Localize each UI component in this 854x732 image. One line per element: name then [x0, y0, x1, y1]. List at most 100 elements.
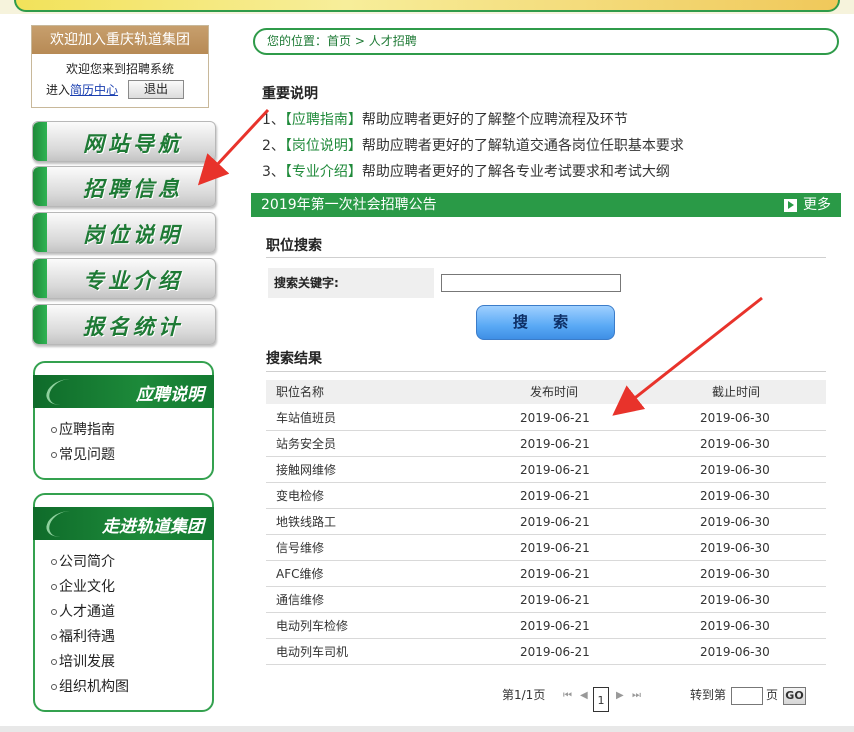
note-tag-link[interactable]: 【应聘指南】: [285, 112, 362, 128]
first-page-icon[interactable]: ⏮: [563, 690, 572, 701]
banner-graphic: [14, 0, 840, 12]
cell-position-name[interactable]: 站务安全员: [276, 431, 336, 457]
table-row[interactable]: 电动列车检修 2019-06-21 2019-06-30: [266, 613, 826, 639]
bullet-icon: [51, 659, 57, 665]
nav-label: 招聘信息: [83, 176, 183, 201]
top-banner: [0, 0, 854, 14]
go-button[interactable]: GO: [783, 687, 806, 705]
about-group-panel: 走进轨道集团 公司简介 企业文化 人才通道 福利待遇 培训发展 组织机构图: [33, 493, 214, 712]
bullet-icon: [51, 584, 57, 590]
enter-prefix: 进入: [46, 83, 71, 97]
bullet-icon: [51, 452, 57, 458]
panel-link-faq[interactable]: 常见问题: [51, 443, 212, 468]
nav-registration-stats[interactable]: 报名统计: [32, 304, 216, 345]
note-item: 2、【岗位说明】帮助应聘者更好的了解轨道交通各岗位任职基本要求: [262, 135, 684, 155]
panel-link-talent-channel[interactable]: 人才通道: [51, 600, 212, 625]
nav-stripe: [33, 305, 47, 344]
cell-deadline: 2019-06-30: [700, 437, 770, 451]
search-button[interactable]: 搜 索: [476, 305, 615, 340]
swirl-decoration-icon: [42, 379, 88, 405]
note-tag-link[interactable]: 【岗位说明】: [285, 138, 362, 154]
cell-position-name[interactable]: 车站值班员: [276, 405, 336, 431]
table-row[interactable]: AFC维修 2019-06-21 2019-06-30: [266, 561, 826, 587]
nav-position-description[interactable]: 岗位说明: [32, 212, 216, 253]
breadcrumb-separator: >: [351, 34, 369, 48]
panel-link-company-profile[interactable]: 公司简介: [51, 550, 212, 575]
cell-deadline: 2019-06-30: [700, 411, 770, 425]
note-number: 1、: [262, 112, 285, 128]
table-row[interactable]: 电动列车司机 2019-06-21 2019-06-30: [266, 639, 826, 665]
welcome-message: 欢迎您来到招聘系统: [65, 62, 174, 76]
cell-position-name[interactable]: 信号维修: [276, 535, 324, 561]
cell-publish-date: 2019-06-21: [520, 541, 590, 555]
panel-link-benefits[interactable]: 福利待遇: [51, 625, 212, 650]
last-page-icon[interactable]: ⏭: [632, 690, 641, 701]
panel-link-training[interactable]: 培训发展: [51, 650, 212, 675]
current-page-number[interactable]: 1: [593, 687, 609, 712]
nav-stripe: [33, 213, 47, 252]
notes-title: 重要说明: [262, 86, 318, 102]
cell-publish-date: 2019-06-21: [520, 437, 590, 451]
cell-publish-date: 2019-06-21: [520, 645, 590, 659]
nav-site-navigation[interactable]: 网站导航: [32, 121, 216, 162]
table-row[interactable]: 地铁线路工 2019-06-21 2019-06-30: [266, 509, 826, 535]
goto-prefix: 转到第: [690, 688, 727, 702]
cell-deadline: 2019-06-30: [700, 515, 770, 529]
table-row[interactable]: 车站值班员 2019-06-21 2019-06-30: [266, 405, 826, 431]
panel-link-corporate-culture[interactable]: 企业文化: [51, 575, 212, 600]
link-label: 应聘指南: [59, 422, 115, 438]
panel-link-org-chart[interactable]: 组织机构图: [51, 675, 212, 700]
search-keyword-input[interactable]: [441, 274, 621, 292]
goto-page-input[interactable]: [731, 687, 763, 705]
table-row[interactable]: 接触网维修 2019-06-21 2019-06-30: [266, 457, 826, 483]
link-label: 培训发展: [59, 654, 115, 670]
panel-header: 应聘说明: [33, 375, 214, 408]
cell-position-name[interactable]: 接触网维修: [276, 457, 336, 483]
cell-position-name[interactable]: 地铁线路工: [276, 509, 336, 535]
note-text: 帮助应聘者更好的了解轨道交通各岗位任职基本要求: [361, 138, 684, 154]
panel-title: 走进轨道集团: [102, 517, 204, 537]
goto-suffix: 页: [766, 688, 779, 702]
link-label: 组织机构图: [59, 679, 129, 695]
table-row[interactable]: 通信维修 2019-06-21 2019-06-30: [266, 587, 826, 613]
prev-page-icon[interactable]: ◀: [580, 690, 588, 701]
cell-position-name[interactable]: 电动列车检修: [276, 613, 348, 639]
breadcrumb-home-link[interactable]: 首页: [327, 34, 351, 48]
header-position-name: 职位名称: [276, 385, 325, 399]
cell-deadline: 2019-06-30: [700, 463, 770, 477]
note-number: 2、: [262, 138, 285, 154]
cell-publish-date: 2019-06-21: [520, 619, 590, 633]
page-summary: 第1/1页: [502, 688, 546, 702]
table-row[interactable]: 站务安全员 2019-06-21 2019-06-30: [266, 431, 826, 457]
nav-recruitment-info[interactable]: 招聘信息: [32, 166, 216, 207]
announcement-bar: 2019年第一次社会招聘公告 更多: [251, 193, 841, 217]
panel-link-application-guide[interactable]: 应聘指南: [51, 418, 212, 443]
nav-major-introduction[interactable]: 专业介绍: [32, 258, 216, 299]
more-link[interactable]: 更多: [784, 193, 831, 217]
link-label: 福利待遇: [59, 629, 115, 645]
link-label: 常见问题: [59, 447, 115, 463]
note-tag-link[interactable]: 【专业介绍】: [285, 164, 362, 180]
note-item: 3、【专业介绍】帮助应聘者更好的了解各专业考试要求和考试大纲: [262, 161, 670, 181]
nav-label: 报名统计: [83, 314, 183, 339]
cell-publish-date: 2019-06-21: [520, 489, 590, 503]
next-page-icon[interactable]: ▶: [616, 690, 624, 701]
welcome-title: 欢迎加入重庆轨道集团: [32, 26, 208, 54]
cell-position-name[interactable]: 通信维修: [276, 587, 324, 613]
application-guide-panel: 应聘说明 应聘指南 常见问题: [33, 361, 214, 480]
logout-button[interactable]: 退出: [128, 80, 185, 99]
table-row[interactable]: 变电检修 2019-06-21 2019-06-30: [266, 483, 826, 509]
search-section-title: 职位搜索: [266, 238, 322, 254]
link-label: 人才通道: [59, 604, 115, 620]
breadcrumb-prefix: 您的位置：: [267, 34, 328, 48]
swirl-decoration-icon: [42, 511, 88, 537]
cell-position-name[interactable]: AFC维修: [276, 561, 324, 587]
table-row[interactable]: 信号维修 2019-06-21 2019-06-30: [266, 535, 826, 561]
cell-position-name[interactable]: 变电检修: [276, 483, 324, 509]
resume-center-link[interactable]: 简历中心: [70, 81, 118, 98]
announcement-title-link[interactable]: 2019年第一次社会招聘公告: [261, 197, 437, 213]
cell-position-name[interactable]: 电动列车司机: [276, 639, 348, 665]
nav-stripe: [33, 167, 47, 206]
cell-deadline: 2019-06-30: [700, 567, 770, 581]
link-label: 公司简介: [59, 554, 115, 570]
